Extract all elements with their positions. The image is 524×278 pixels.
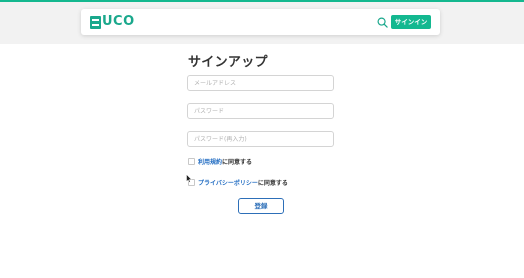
password-confirm-field[interactable] xyxy=(187,131,334,147)
privacy-link[interactable]: プライバシーポリシー xyxy=(198,178,258,187)
terms-checkbox[interactable] xyxy=(188,158,195,165)
register-button[interactable]: 登録 xyxy=(238,198,284,214)
logo-mark-icon xyxy=(90,15,101,29)
logo-text: UCO xyxy=(102,14,135,29)
mouse-pointer-icon xyxy=(186,174,192,183)
terms-agree-text: に同意する xyxy=(222,159,253,166)
site-logo[interactable]: UCO xyxy=(90,14,135,30)
site-header: UCO サインイン xyxy=(81,9,440,35)
privacy-agreement-row: プライバシーポリシー に同意する xyxy=(188,178,288,187)
page-title: サインアップ xyxy=(188,55,268,70)
privacy-agree-text: に同意する xyxy=(257,180,288,187)
search-icon[interactable] xyxy=(377,17,388,28)
email-field[interactable] xyxy=(187,75,334,91)
terms-agreement-row: 利用規約 に同意する xyxy=(188,157,252,166)
password-field[interactable] xyxy=(187,103,334,119)
header-signin-button[interactable]: サインイン xyxy=(391,15,431,29)
terms-link[interactable]: 利用規約 xyxy=(198,157,222,166)
